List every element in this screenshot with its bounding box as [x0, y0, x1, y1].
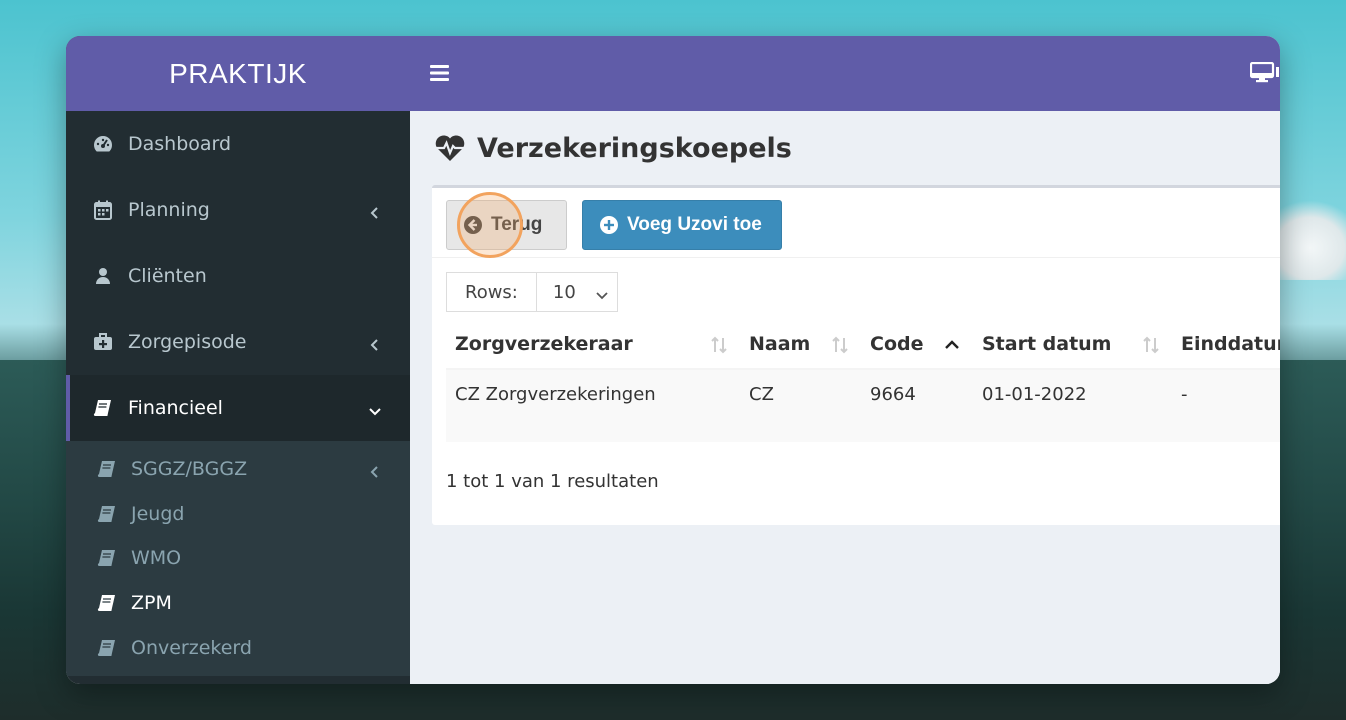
click-indicator: [457, 192, 523, 258]
calendar-icon: [92, 199, 114, 221]
submenu-item-jeugd[interactable]: Jeugd: [66, 492, 410, 537]
book-icon: [96, 458, 118, 480]
table-cell: -: [1181, 384, 1188, 405]
top-navbar: [410, 36, 1280, 111]
page-header: Verzekeringskoepels: [434, 133, 792, 164]
brand-logo[interactable]: PRAKTIJK: [66, 36, 410, 111]
dashboard-icon: [92, 133, 114, 155]
table-cell: CZ Zorgverzekeringen: [455, 384, 656, 405]
chevron-left-icon: [368, 203, 382, 219]
book-icon: [96, 592, 118, 614]
column-header-naam[interactable]: Naam: [740, 319, 861, 369]
chevron-down-icon: [368, 401, 382, 416]
add-uzovi-button-label: Voeg Uzovi toe: [627, 214, 762, 235]
book-icon: [96, 637, 118, 659]
table-row[interactable]: CZ Zorgverzekeringen CZ 9664 01-01-2022 …: [446, 370, 1280, 442]
chevron-left-icon: [368, 462, 382, 479]
submenu-item-zpm[interactable]: ZPM: [66, 581, 410, 626]
plus-circle-icon: [599, 215, 619, 235]
sidebar-item-zorgepisode[interactable]: Zorgepisode: [66, 309, 410, 375]
sort-icon: [710, 336, 728, 354]
heartbeat-icon: [434, 134, 468, 164]
pagination-info: 1 tot 1 van 1 resultaten: [446, 471, 659, 492]
submenu-item-label: Onverzekerd: [131, 636, 252, 659]
main-content: Verzekeringskoepels Terug Voeg Uzovi toe: [410, 111, 1280, 684]
table-cell: 9664: [870, 384, 916, 405]
app-window: PRAKTIJK Dashboard Planning Cliënten Zor…: [66, 36, 1280, 684]
submenu-item-label: ZPM: [131, 592, 172, 615]
sidebar-item-label: Planning: [128, 199, 210, 221]
submenu-item-sggz-bggz[interactable]: SGGZ/BGGZ: [66, 447, 410, 492]
book-icon: [92, 397, 114, 419]
sort-icon: [1142, 336, 1160, 354]
medkit-icon: [92, 331, 114, 353]
column-header-code[interactable]: Code: [861, 319, 973, 369]
sort-ascending-icon: [943, 336, 961, 354]
sidebar-item-financieel[interactable]: Financieel: [66, 375, 410, 441]
column-header-label: Zorgverzekeraar: [455, 333, 633, 355]
content-box: Terug Voeg Uzovi toe Rows: 10 Zorgverzek…: [432, 185, 1280, 525]
column-header-label: Start datum: [982, 333, 1112, 355]
user-icon: [92, 265, 114, 287]
submenu-item-label: SGGZ/BGGZ: [131, 458, 248, 481]
submenu-item-label: Jeugd: [131, 502, 185, 525]
column-header-label: Code: [870, 333, 924, 355]
rows-label: Rows:: [446, 272, 536, 312]
sidebar-item-label: Dashboard: [128, 133, 232, 155]
monitor-icon[interactable]: [1249, 61, 1280, 84]
column-header-start-datum[interactable]: Start datum: [973, 319, 1172, 369]
chevron-down-icon: [595, 286, 609, 300]
rows-select[interactable]: 10: [535, 272, 618, 312]
book-icon: [96, 503, 118, 525]
sidebar-item-label: Zorgepisode: [128, 331, 247, 353]
column-header-zorgverzekeraar[interactable]: Zorgverzekeraar: [446, 319, 740, 369]
box-toolbar: Terug Voeg Uzovi toe: [432, 188, 1280, 258]
data-table: Zorgverzekeraar Naam Code Start datum Ei…: [446, 320, 1280, 442]
table-cell: 01-01-2022: [982, 384, 1087, 405]
hamburger-menu-icon[interactable]: [430, 64, 452, 84]
table-cell: CZ: [749, 384, 774, 405]
sidebar-item-label: Cliënten: [128, 265, 207, 287]
sidebar: PRAKTIJK Dashboard Planning Cliënten Zor…: [66, 36, 410, 684]
book-icon: [96, 547, 118, 569]
sidebar-item-label: Financieel: [128, 397, 223, 419]
column-header-einddatum[interactable]: Einddatum: [1172, 319, 1280, 369]
add-uzovi-button[interactable]: Voeg Uzovi toe: [582, 200, 782, 250]
sort-icon: [831, 336, 849, 354]
chevron-left-icon: [368, 335, 382, 351]
sidebar-item-planning[interactable]: Planning: [66, 177, 410, 243]
sidebar-item-clienten[interactable]: Cliënten: [66, 243, 410, 309]
page-title: Verzekeringskoepels: [477, 133, 792, 164]
sidebar-item-dashboard[interactable]: Dashboard: [66, 111, 410, 177]
financieel-submenu: SGGZ/BGGZ Jeugd WMO ZPM Onverzekerd: [66, 441, 410, 676]
table-header: Zorgverzekeraar Naam Code Start datum Ei…: [446, 320, 1280, 370]
rows-select-value: 10: [552, 281, 576, 303]
column-header-label: Naam: [749, 333, 811, 355]
submenu-item-onverzekerd[interactable]: Onverzekerd: [66, 625, 410, 670]
submenu-item-label: WMO: [131, 547, 182, 570]
rows-control: Rows: 10: [446, 272, 618, 312]
submenu-item-wmo[interactable]: WMO: [66, 536, 410, 581]
column-header-label: Einddatum: [1181, 333, 1280, 355]
